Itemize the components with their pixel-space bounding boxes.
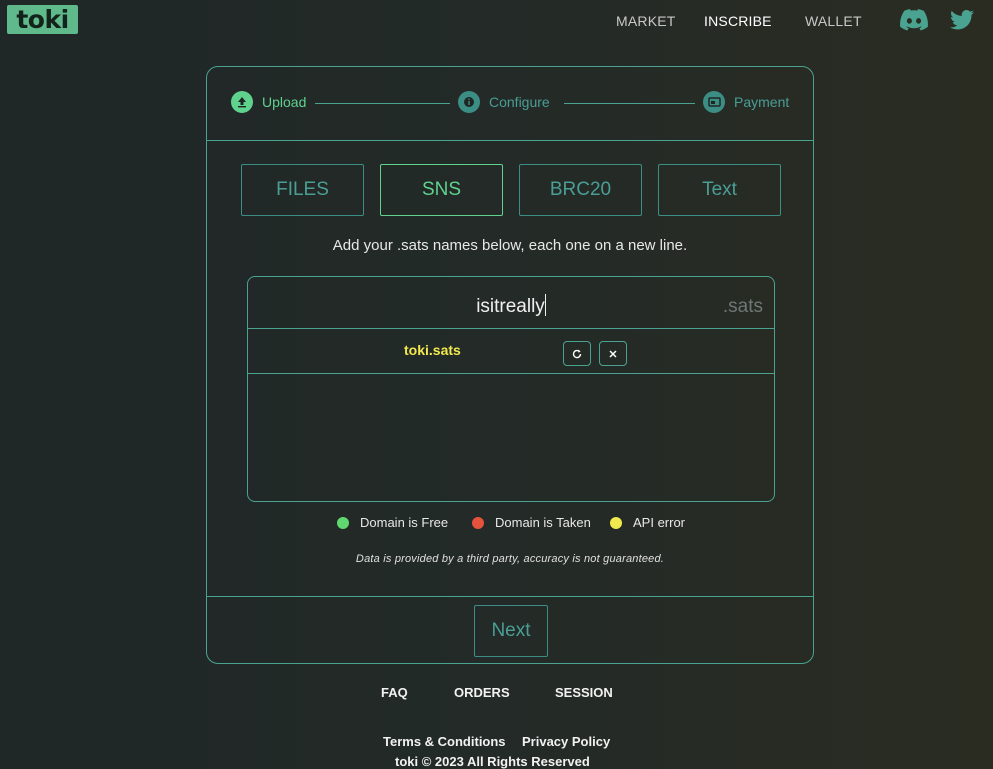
tab-text[interactable]: Text — [658, 164, 781, 216]
next-button[interactable]: Next — [474, 605, 548, 657]
legend-label: Domain is Free — [360, 515, 449, 530]
disclaimer: Data is provided by a third party, accur… — [355, 553, 665, 565]
legend-api-error: API error — [610, 515, 685, 530]
sns-input-value: isitreally — [476, 296, 545, 317]
green-dot-icon — [337, 516, 349, 529]
yellow-dot-icon — [610, 516, 622, 529]
divider — [248, 328, 774, 329]
nav-inscribe[interactable]: INSCRIBE — [704, 13, 772, 29]
close-icon — [609, 349, 617, 358]
privacy-link[interactable]: Privacy Policy — [522, 734, 610, 749]
tab-sns[interactable]: SNS — [380, 164, 503, 216]
step-connector — [315, 103, 450, 104]
sns-instructions: Add your .sats names below, each one on … — [332, 237, 688, 254]
sns-input[interactable]: isitreally — [248, 277, 774, 329]
step-connector — [564, 103, 695, 104]
step-label: Payment — [734, 94, 790, 110]
inscribe-card: Upload Configure Payment FILES SNS BRC20… — [206, 66, 814, 664]
divider — [207, 140, 813, 141]
step-payment[interactable]: Payment — [703, 91, 789, 113]
refresh-button[interactable] — [563, 341, 591, 366]
step-label: Configure — [489, 94, 550, 110]
refresh-icon — [572, 349, 582, 358]
sns-row-name: toki.sats — [404, 342, 461, 358]
divider — [248, 373, 774, 374]
terms-link[interactable]: Terms & Conditions — [383, 734, 506, 749]
footer-orders[interactable]: ORDERS — [454, 685, 510, 700]
nav-wallet[interactable]: WALLET — [805, 13, 862, 29]
discord-icon[interactable] — [900, 8, 928, 32]
twitter-icon[interactable] — [950, 8, 974, 32]
step-configure[interactable]: Configure — [458, 91, 550, 113]
toki-logo[interactable]: toki — [7, 5, 78, 34]
nav-market[interactable]: MARKET — [616, 13, 676, 29]
info-icon — [458, 91, 480, 113]
legend-free: Domain is Free — [337, 515, 448, 530]
step-label: Upload — [262, 94, 307, 110]
tab-brc20[interactable]: BRC20 — [519, 164, 642, 216]
legend-label: API error — [633, 515, 686, 530]
sns-textarea[interactable]: isitreally .sats toki.sats — [247, 276, 775, 502]
text-caret — [544, 294, 546, 316]
tab-files[interactable]: FILES — [241, 164, 364, 216]
upload-icon — [231, 91, 253, 113]
remove-button[interactable] — [599, 341, 627, 366]
footer-faq[interactable]: FAQ — [381, 685, 408, 700]
legend-label: Domain is Taken — [495, 515, 591, 530]
payment-icon — [703, 91, 725, 113]
legend-taken: Domain is Taken — [472, 515, 591, 530]
step-upload[interactable]: Upload — [231, 91, 306, 113]
divider — [207, 596, 813, 597]
sats-suffix: .sats — [722, 296, 763, 317]
red-dot-icon — [472, 516, 484, 529]
footer-session[interactable]: SESSION — [555, 685, 613, 700]
